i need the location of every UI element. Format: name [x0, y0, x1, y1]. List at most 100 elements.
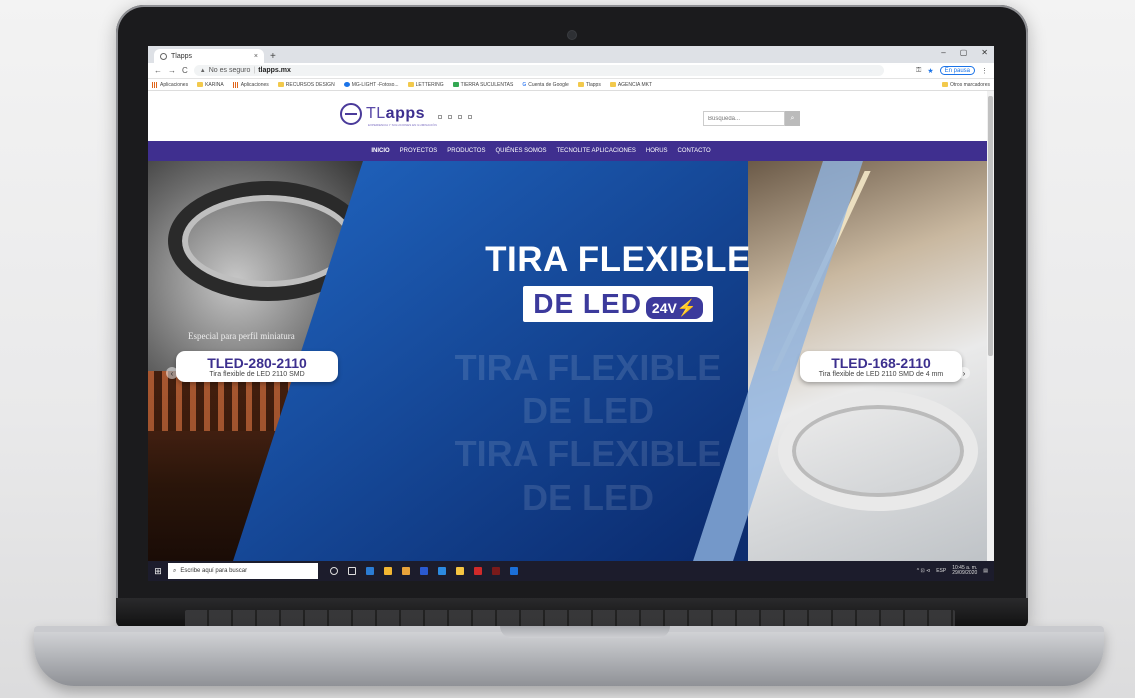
- bookmark-item[interactable]: Aplicaciones: [152, 81, 188, 88]
- menu-item-contacto[interactable]: CONTACTO: [678, 148, 711, 154]
- product-code: TLED-280-2110: [207, 355, 307, 371]
- new-tab-button[interactable]: +: [270, 51, 276, 62]
- product-card-right[interactable]: TLED-168-2110 Tira flexible de LED 2110 …: [800, 351, 962, 382]
- site-logo[interactable]: TLapps EXPERIENCIA Y SOLUCIONES EN ILUMI…: [340, 103, 437, 127]
- youtube-icon[interactable]: [468, 115, 472, 119]
- forward-icon[interactable]: →: [168, 66, 176, 75]
- laptop-base: [34, 626, 1104, 686]
- product-card-left[interactable]: TLED-280-2110 Tira flexible de LED 2110 …: [176, 351, 338, 382]
- bookmark-item[interactable]: Tlapps: [577, 82, 601, 88]
- page-scrollbar[interactable]: [987, 91, 994, 561]
- menu-item-tecnolite-aplicaciones[interactable]: TECNOLITE APLICACIONES: [557, 148, 636, 154]
- edge-icon[interactable]: [366, 567, 374, 575]
- url-separator: |: [253, 67, 256, 74]
- language-indicator[interactable]: ESP: [936, 568, 946, 574]
- bookmark-item[interactable]: RECURSOS DESIGN: [277, 82, 335, 88]
- taskbar-search-placeholder: Escribe aquí para buscar: [180, 568, 248, 574]
- webcam: [568, 31, 576, 39]
- menu-item-proyectos[interactable]: PROYECTOS: [400, 148, 438, 154]
- bookmark-label: Aplicaciones: [240, 81, 269, 88]
- key-icon[interactable]: ⚿: [916, 67, 921, 75]
- task-view-icon[interactable]: [348, 567, 356, 575]
- bookmark-item[interactable]: G Cuenta de Google: [522, 82, 568, 88]
- bookmark-item[interactable]: KARINA: [197, 82, 224, 88]
- back-icon[interactable]: ←: [154, 66, 162, 75]
- menu-item-quienes-somos[interactable]: QUIÉNES SOMOS: [495, 148, 546, 154]
- mail-icon[interactable]: [438, 567, 446, 575]
- illustrator-icon[interactable]: [474, 567, 482, 575]
- social-links: [438, 115, 472, 119]
- folder-app-icon[interactable]: [456, 567, 464, 575]
- folder-icon: [407, 82, 414, 87]
- taskbar-search[interactable]: ⌕ Escribe aquí para buscar: [168, 563, 318, 579]
- warning-icon: ▲: [199, 67, 206, 74]
- product-desc: Tira flexible de LED 2110 SMD: [209, 371, 305, 378]
- menu-item-inicio[interactable]: INICIO: [371, 148, 389, 154]
- hero-ghost-text: TIRA FLEXIBLE DE LED TIRA FLEXIBLE DE LE…: [454, 347, 722, 518]
- site-header: TLapps EXPERIENCIA Y SOLUCIONES EN ILUMI…: [148, 91, 994, 141]
- address-bar-row: ← → C ▲ No es seguro | tlapps.mx ⚿ ★ En …: [148, 63, 994, 79]
- site-icon: [343, 82, 350, 87]
- product-code: TLED-168-2110: [831, 355, 931, 371]
- slider-next-icon[interactable]: ›: [958, 367, 970, 379]
- menu-item-productos[interactable]: PRODUCTOS: [447, 148, 485, 154]
- tab-favicon-icon: [160, 52, 167, 60]
- file-explorer-icon[interactable]: [402, 567, 410, 575]
- bookmark-label: TIERRA SUCULENTAS: [460, 81, 514, 88]
- led-reel-image: [778, 391, 978, 511]
- product-desc: Tira flexible de LED 2110 SMD de 4 mm: [818, 371, 944, 378]
- scrollbar-thumb[interactable]: [988, 96, 993, 356]
- taskbar-apps: [330, 567, 518, 575]
- google-icon: G: [522, 81, 527, 88]
- screen: Tlapps × + – ▢ ✕ ← → C ▲ No es seguro | …: [148, 46, 994, 581]
- site-search: ⌕: [703, 111, 801, 126]
- maximize-icon[interactable]: ▢: [960, 48, 968, 57]
- tray-icons[interactable]: ^ ⊡ ⊲: [917, 568, 931, 574]
- window-controls: – ▢ ✕: [941, 48, 988, 57]
- apps-icon: [152, 81, 158, 88]
- slider-prev-icon[interactable]: ‹: [166, 367, 178, 379]
- chrome-icon[interactable]: [384, 567, 392, 575]
- tab-close-icon[interactable]: ×: [254, 53, 258, 60]
- store-icon[interactable]: [420, 567, 428, 575]
- other-bookmarks[interactable]: Otros marcadores: [941, 81, 990, 88]
- acrobat-icon[interactable]: [492, 567, 500, 575]
- search-icon[interactable]: ⌕: [785, 111, 800, 126]
- close-window-icon[interactable]: ✕: [981, 48, 988, 57]
- menu-dots-icon[interactable]: ⋮: [981, 67, 988, 75]
- minimize-icon[interactable]: –: [941, 48, 945, 57]
- profile-paused-button[interactable]: En pausa: [939, 66, 975, 75]
- reload-icon[interactable]: C: [182, 66, 188, 75]
- windows-taskbar: ⊞ ⌕ Escribe aquí para buscar ^ ⊡ ⊲ ESP 1…: [148, 561, 994, 581]
- facebook-icon[interactable]: [438, 115, 442, 119]
- site-icon: [452, 82, 459, 87]
- clock[interactable]: 10:45 a. m. 29/09/2020: [952, 565, 977, 577]
- cortana-icon[interactable]: [330, 567, 338, 575]
- browser-tab[interactable]: Tlapps ×: [154, 49, 264, 63]
- bookmark-label: MG-LIGHT -Fotoso...: [351, 81, 399, 88]
- apps-icon: [232, 81, 239, 88]
- menu-item-horus[interactable]: HORUS: [646, 148, 668, 154]
- instagram-icon[interactable]: [448, 115, 452, 119]
- notification-icon[interactable]: ▤: [983, 568, 988, 574]
- hero-headline: TIRA FLEXIBLE DE LED 24V⚡: [468, 240, 768, 322]
- lightning-icon: ⚡: [676, 300, 697, 318]
- bookmark-item[interactable]: LETTERING: [407, 82, 444, 88]
- bookmark-item[interactable]: AGENCIA MKT: [609, 82, 652, 88]
- folder-icon: [277, 82, 284, 87]
- star-icon[interactable]: ★: [927, 67, 933, 75]
- url-field[interactable]: ▲ No es seguro | tlapps.mx: [193, 65, 884, 76]
- linkedin-icon[interactable]: [458, 115, 462, 119]
- search-input[interactable]: [703, 111, 785, 126]
- photoshop-icon[interactable]: [510, 567, 518, 575]
- bookmark-item[interactable]: MG-LIGHT -Fotoso...: [343, 81, 399, 88]
- bookmark-label: Otros marcadores: [949, 81, 990, 88]
- browser-tab-bar: Tlapps × + – ▢ ✕: [148, 46, 994, 63]
- address-bar-actions: ⚿ ★ En pausa ⋮: [916, 66, 988, 75]
- headline-line2: DE LED: [533, 287, 642, 319]
- windows-start-icon[interactable]: ⊞: [148, 561, 168, 581]
- bookmark-item[interactable]: TIERRA SUCULENTAS: [452, 81, 514, 88]
- bookmark-label: KARINA: [205, 81, 224, 88]
- bookmark-item[interactable]: Aplicaciones: [232, 81, 269, 88]
- url-warning-text: No es seguro: [208, 67, 251, 74]
